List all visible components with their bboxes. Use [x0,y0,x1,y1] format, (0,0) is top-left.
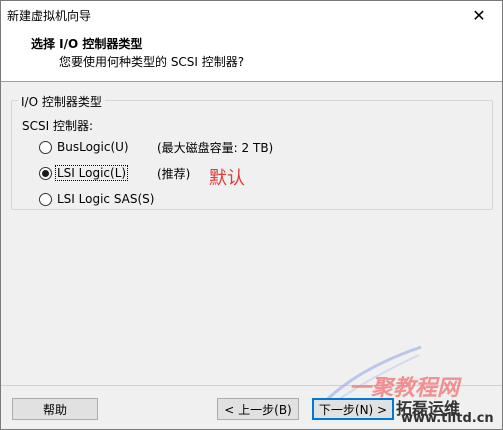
buslogic-note: (最大磁盘容量: 2 TB) [157,141,274,155]
watermark-url-text: www.tlltd.cn [401,411,494,426]
next-button[interactable]: 下一步(N) > [312,398,394,420]
window-title: 新建虚拟机向导 [7,9,92,23]
radio-lsi-logic[interactable]: LSI Logic(L) [39,164,129,182]
scsi-controller-label: SCSI 控制器: [22,119,94,133]
page-title: 选择 I/O 控制器类型 [31,37,143,51]
wizard-header: 选择 I/O 控制器类型 您要使用何种类型的 SCSI 控制器? [1,30,502,82]
page-subtitle: 您要使用何种类型的 SCSI 控制器? [59,55,245,69]
wizard-window: 新建虚拟机向导 ✕ 选择 I/O 控制器类型 您要使用何种类型的 SCSI 控制… [0,0,503,430]
radio-lsi-logic-sas[interactable]: LSI Logic SAS(S) [39,190,155,208]
radio-buslogic-label[interactable]: BusLogic(U) [56,140,130,154]
radio-buslogic[interactable]: BusLogic(U) [39,138,130,156]
default-annotation: 默认 [209,168,245,189]
title-bar[interactable]: 新建虚拟机向导 ✕ [1,1,502,30]
radio-buslogic-indicator[interactable] [39,140,52,154]
back-button[interactable]: < 上一步(B) [217,398,299,420]
io-controller-group: I/O 控制器类型 SCSI 控制器: BusLogic(U) (最大磁盘容量:… [11,93,493,210]
group-legend: I/O 控制器类型 [18,93,105,110]
radio-lsi-logic-sas-indicator[interactable] [39,192,52,206]
help-button[interactable]: 帮助 [12,398,98,420]
lsi-logic-note: (推荐) [157,167,191,181]
radio-lsi-logic-label[interactable]: LSI Logic(L) [54,165,129,181]
close-icon[interactable]: ✕ [456,1,502,30]
radio-lsi-logic-indicator[interactable] [39,166,52,180]
radio-lsi-logic-sas-label[interactable]: LSI Logic SAS(S) [56,192,155,206]
